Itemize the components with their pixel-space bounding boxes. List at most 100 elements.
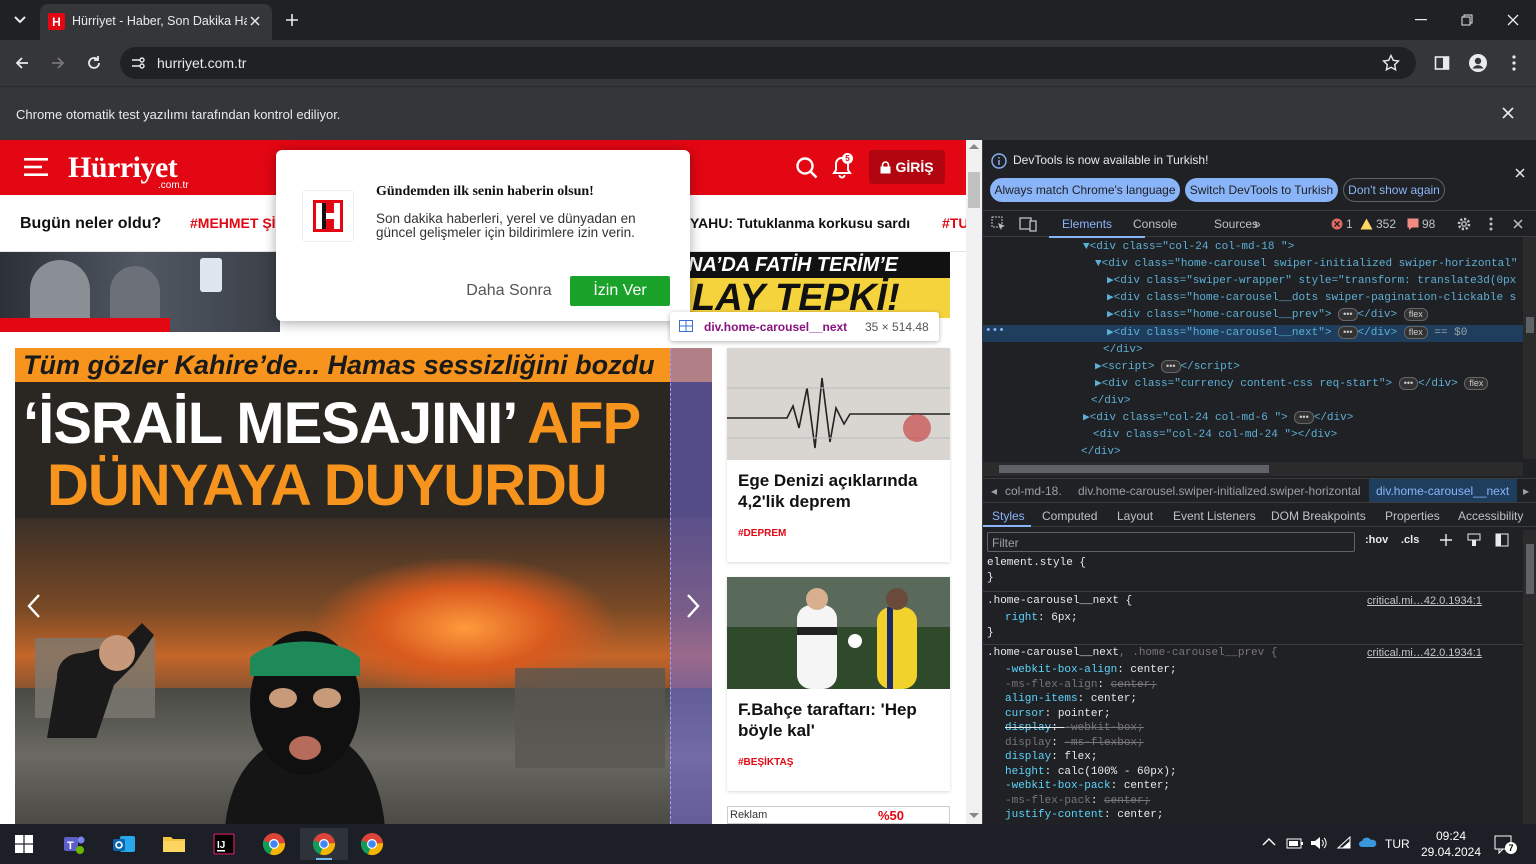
css-property[interactable]: justify-content: center;: [1005, 808, 1163, 823]
tab-console[interactable]: Console: [1133, 217, 1177, 231]
css-property[interactable]: right: 6px;: [1005, 611, 1078, 626]
breadcrumb-item-selected[interactable]: div.home-carousel__next: [1376, 484, 1509, 498]
notice-close-button[interactable]: [1515, 168, 1525, 178]
styles-pane[interactable]: element.style { } .home-carousel__next {…: [983, 556, 1523, 824]
side-panel-button[interactable]: [1428, 49, 1456, 77]
file-explorer-icon[interactable]: [154, 828, 194, 860]
dom-line[interactable]: ▶<div class="col-24 col-md-6 "> ••• </div…: [1083, 410, 1353, 427]
news-card-tag[interactable]: #DEPREM: [738, 528, 786, 539]
menu-button[interactable]: [1500, 49, 1528, 77]
bookmark-star-icon[interactable]: [1382, 54, 1400, 72]
error-icon[interactable]: [1331, 218, 1343, 230]
infobar-close-button[interactable]: [1502, 107, 1514, 119]
dom-line[interactable]: <div class="col-24 col-md-24 "></div>: [1093, 427, 1337, 444]
address-bar[interactable]: hurriyet.com.tr: [120, 47, 1416, 79]
page-scrollbar[interactable]: [966, 140, 982, 824]
news-card-title[interactable]: F.Bahçe taraftarı: 'Hep böyle kal': [738, 699, 943, 741]
dom-line[interactable]: ▶<script> ••• </script>: [1095, 359, 1240, 376]
devtools-menu-icon[interactable]: [1489, 217, 1493, 231]
rule-selector[interactable]: .home-carousel__next {: [987, 594, 1132, 609]
system-clock[interactable]: 09:24 29.04.2024: [1416, 828, 1486, 860]
news-card-title[interactable]: Ege Denizi açıklarında 4,2'lik deprem: [738, 470, 943, 512]
css-property[interactable]: display: -webkit-box;: [1005, 721, 1144, 736]
battery-icon[interactable]: [1286, 836, 1304, 850]
carousel-prev-button[interactable]: [19, 586, 49, 626]
new-rule-icon[interactable]: [1439, 533, 1453, 547]
dom-horizontal-scrollbar[interactable]: [983, 462, 1523, 476]
chrome-icon[interactable]: [352, 828, 392, 860]
match-language-button[interactable]: Always match Chrome's language: [990, 178, 1180, 202]
tab-layout[interactable]: Layout: [1117, 509, 1153, 523]
paint-icon[interactable]: [1467, 533, 1481, 547]
styles-scrollbar[interactable]: [1523, 530, 1536, 824]
inspect-element-icon[interactable]: [991, 216, 1007, 232]
css-property[interactable]: display: -ms-flexbox;: [1005, 736, 1144, 751]
scrollbar-thumb[interactable]: [968, 172, 980, 208]
element-style-rule[interactable]: element.style {: [987, 556, 1086, 571]
notification-center-icon[interactable]: 7: [1494, 834, 1518, 856]
hamburger-menu-icon[interactable]: [24, 157, 48, 177]
tab-dom-breakpoints[interactable]: DOM Breakpoints: [1271, 509, 1366, 523]
dom-line[interactable]: </div>: [1091, 393, 1131, 410]
news-card[interactable]: Ege Denizi açıklarında 4,2'lik deprem #D…: [727, 348, 950, 562]
tab-event-listeners[interactable]: Event Listeners: [1173, 509, 1256, 523]
css-property[interactable]: -webkit-box-align: center;: [1005, 663, 1177, 678]
breadcrumb-item[interactable]: div.home-carousel.swiper-initialized.swi…: [1078, 484, 1361, 498]
dom-line[interactable]: ▼<div class="col-24 col-md-18 ">: [1083, 239, 1294, 256]
css-property[interactable]: display: flex;: [1005, 750, 1097, 765]
dom-line[interactable]: </div>: [1081, 444, 1121, 459]
dom-tree[interactable]: ••• ▼<div class="col-24 col-md-18 "> ▼<d…: [983, 237, 1523, 459]
issues-icon[interactable]: [1407, 218, 1419, 230]
tab-elements[interactable]: Elements: [1062, 217, 1112, 231]
tab-properties[interactable]: Properties: [1385, 509, 1440, 523]
dom-line[interactable]: </div>: [1103, 342, 1143, 359]
switch-turkish-button[interactable]: Switch DevTools to Turkish: [1185, 178, 1338, 202]
chrome-icon[interactable]: [254, 828, 294, 860]
css-property[interactable]: -ms-flex-align: center;: [1005, 678, 1157, 693]
later-button[interactable]: Daha Sonra: [454, 276, 564, 306]
minimize-button[interactable]: [1398, 6, 1444, 34]
crumb-scroll-right-icon[interactable]: ▸: [1523, 484, 1529, 498]
cls-toggle[interactable]: .cls: [1401, 534, 1419, 546]
teams-icon[interactable]: T: [54, 828, 94, 860]
home-carousel[interactable]: Tüm gözler Kahire’de... Hamas sessizliği…: [15, 348, 712, 824]
onedrive-icon[interactable]: [1358, 836, 1378, 848]
new-tab-button[interactable]: [282, 10, 302, 30]
tab-close-button[interactable]: [246, 12, 264, 30]
tab-search-button[interactable]: [6, 8, 34, 32]
ad-box[interactable]: Reklam %50: [727, 806, 950, 824]
hov-toggle[interactable]: :hov: [1365, 534, 1388, 546]
dom-line[interactable]: ▶<div class="home-carousel__prev"> ••• </…: [1107, 307, 1428, 324]
news-card[interactable]: F.Bahçe taraftarı: 'Hep böyle kal' #BEŞİ…: [727, 577, 950, 791]
rule-source-link[interactable]: critical.mi…42.0.1934:1: [1367, 646, 1482, 661]
css-property[interactable]: cursor: pointer;: [1005, 707, 1111, 722]
breadcrumb-item[interactable]: col-md-18.: [1005, 484, 1062, 498]
sidebar-toggle-icon[interactable]: [1495, 533, 1509, 547]
volume-icon[interactable]: [1310, 835, 1328, 851]
tab-computed[interactable]: Computed: [1042, 509, 1097, 523]
rule-source-link[interactable]: critical.mi…42.0.1934:1: [1367, 594, 1482, 609]
tray-chevron-up-icon[interactable]: [1262, 838, 1276, 846]
crumb-scroll-left-icon[interactable]: ◂: [991, 484, 997, 498]
outlook-icon[interactable]: [104, 828, 144, 860]
windows-start-icon[interactable]: [4, 828, 44, 860]
trending-item[interactable]: #TU: [942, 215, 966, 231]
trending-item[interactable]: YAHU: Tutuklanma korkusu sardı: [690, 215, 910, 231]
site-info-icon[interactable]: [130, 55, 146, 71]
more-tabs-icon[interactable]: »: [1254, 217, 1261, 231]
carousel-next-button[interactable]: [678, 586, 708, 626]
dom-line[interactable]: ▼<div class="home-carousel swiper-initia…: [1095, 256, 1517, 273]
dom-line-selected[interactable]: ▶<div class="home-carousel__next"> ••• </…: [1107, 325, 1467, 342]
back-button[interactable]: [8, 49, 36, 77]
css-property[interactable]: align-items: center;: [1005, 692, 1137, 707]
css-property[interactable]: height: calc(100% - 60px);: [1005, 765, 1177, 780]
css-property[interactable]: -webkit-box-pack: center;: [1005, 779, 1170, 794]
browser-tab[interactable]: H Hürriyet - Haber, Son Dakika Haberleri: [40, 4, 272, 40]
notification-bell-icon[interactable]: 5: [831, 153, 857, 182]
profile-button[interactable]: [1464, 49, 1492, 77]
dom-vertical-scrollbar[interactable]: [1523, 237, 1536, 459]
language-indicator[interactable]: TUR: [1385, 837, 1410, 851]
chrome-active-icon[interactable]: [300, 828, 348, 860]
allow-button[interactable]: İzin Ver: [570, 276, 670, 306]
devtools-close-icon[interactable]: [1513, 219, 1523, 229]
